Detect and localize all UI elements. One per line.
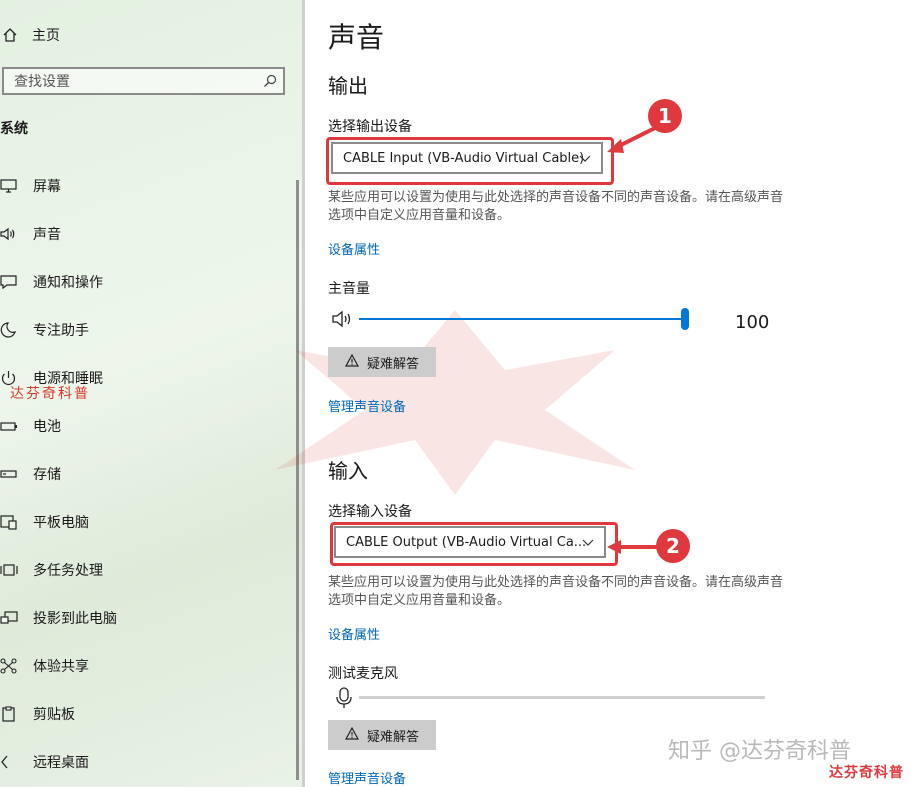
sidebar-item-label: 电池	[33, 419, 61, 435]
mic-level-meter	[359, 696, 765, 699]
corner-watermark: 达芬奇科普	[829, 765, 904, 781]
storage-icon	[0, 464, 20, 484]
sidebar-item-label: 体验共享	[33, 659, 89, 675]
sidebar-item-label: 声音	[33, 227, 61, 243]
output-properties-link[interactable]: 设备属性	[328, 239, 380, 258]
sidebar-item-label: 剪贴板	[33, 707, 75, 723]
sidebar-item-sound[interactable]: 声音	[0, 222, 61, 246]
input-device-dropdown[interactable]: CABLE Output (VB-Audio Virtual Ca...	[334, 526, 606, 558]
input-troubleshoot-button[interactable]: 疑难解答	[328, 720, 436, 750]
search-box[interactable]	[2, 67, 285, 95]
sidebar-item-label: 屏幕	[33, 179, 61, 195]
message-icon	[0, 272, 20, 292]
multitask-icon	[0, 560, 20, 580]
annotation-badge: 2	[656, 529, 690, 563]
input-troubleshoot-label: 疑难解答	[366, 729, 419, 745]
sidebar-home[interactable]: 主页	[0, 24, 60, 46]
share-icon	[0, 656, 20, 676]
sidebar-item-label: 投影到此电脑	[33, 611, 117, 627]
output-device-dropdown[interactable]: CABLE Input (VB-Audio Virtual Cable)	[331, 142, 603, 174]
sidebar-item-label: 多任务处理	[33, 563, 103, 579]
warning-icon	[344, 726, 359, 744]
speaker-icon	[0, 224, 20, 244]
home-icon	[0, 27, 20, 43]
sidebar-item-label: 存储	[33, 467, 61, 483]
input-manage-link[interactable]: 管理声音设备	[328, 768, 406, 787]
watermark-logo-icon	[275, 310, 635, 495]
output-troubleshoot-label: 疑难解答	[366, 356, 419, 372]
warning-icon	[344, 353, 359, 371]
zhihu-watermark: 知乎 @达芬奇科普	[668, 739, 851, 764]
moon-icon	[0, 320, 20, 340]
sidebar-item-label: 平板电脑	[33, 515, 89, 531]
remote-icon	[0, 752, 20, 772]
sidebar-item-display[interactable]: 屏幕	[0, 174, 61, 198]
sidebar-item-clipboard[interactable]: 剪贴板	[0, 702, 75, 726]
input-device-value: CABLE Output (VB-Audio Virtual Ca...	[346, 534, 587, 550]
annotation-arrow-icon	[607, 125, 658, 153]
input-properties-link[interactable]: 设备属性	[328, 624, 380, 643]
sidebar-item-shared-experiences[interactable]: 体验共享	[0, 654, 89, 678]
sidebar-item-remote-desktop[interactable]: 远程桌面	[0, 750, 89, 774]
output-description: 某些应用可以设置为使用与此处选择的声音设备不同的声音设备。请在高级声音选项中自定…	[328, 190, 784, 223]
battery-icon	[0, 416, 20, 436]
search-input[interactable]	[12, 72, 256, 92]
input-device-label: 选择输入设备	[328, 504, 412, 520]
output-heading: 输出	[328, 74, 368, 98]
input-description: 某些应用可以设置为使用与此处选择的声音设备不同的声音设备。请在高级声音选项中自定…	[328, 575, 784, 608]
watermark-text: 达芬奇科普	[10, 386, 90, 402]
sidebar-item-battery[interactable]: 电池	[0, 414, 61, 438]
sidebar-item-multitasking[interactable]: 多任务处理	[0, 558, 103, 582]
annotation-badge: 1	[648, 99, 682, 133]
sidebar-item-project[interactable]: 投影到此电脑	[0, 606, 117, 630]
annotation-arrow-icon	[607, 540, 657, 554]
output-manage-link[interactable]: 管理声音设备	[328, 396, 406, 415]
speaker-icon	[331, 309, 355, 333]
search-icon[interactable]	[263, 73, 277, 92]
output-device-value: CABLE Input (VB-Audio Virtual Cable)	[343, 150, 585, 166]
sidebar-section-title: 系统	[0, 121, 28, 137]
sidebar-home-label: 主页	[32, 28, 60, 44]
volume-slider-thumb[interactable]	[681, 308, 689, 330]
clipboard-icon	[0, 704, 20, 724]
sidebar-item-label: 远程桌面	[33, 755, 89, 771]
input-heading: 输入	[328, 459, 368, 483]
main-content: 声音 输出 选择输出设备 CABLE Input (VB-Audio Virtu…	[275, 0, 918, 787]
page-title: 声音	[328, 21, 385, 54]
microphone-icon	[336, 687, 352, 713]
volume-value: 100	[735, 312, 770, 333]
sidebar-item-label: 通知和操作	[33, 275, 103, 291]
output-device-label: 选择输出设备	[328, 119, 412, 135]
sidebar-item-label: 专注助手	[33, 323, 89, 339]
volume-slider-fill	[359, 318, 685, 320]
sidebar-item-notifications[interactable]: 通知和操作	[0, 270, 103, 294]
monitor-icon	[0, 176, 20, 196]
sidebar-item-focus[interactable]: 专注助手	[0, 318, 89, 342]
chevron-down-icon	[582, 536, 594, 551]
project-icon	[0, 608, 20, 628]
master-volume-label: 主音量	[328, 281, 370, 297]
sidebar-item-tablet[interactable]: 平板电脑	[0, 510, 89, 534]
tablet-icon	[0, 512, 20, 532]
output-troubleshoot-button[interactable]: 疑难解答	[328, 347, 436, 377]
chevron-down-icon	[579, 152, 591, 167]
sidebar-item-storage[interactable]: 存储	[0, 462, 61, 486]
mic-test-label: 测试麦克风	[328, 666, 398, 682]
